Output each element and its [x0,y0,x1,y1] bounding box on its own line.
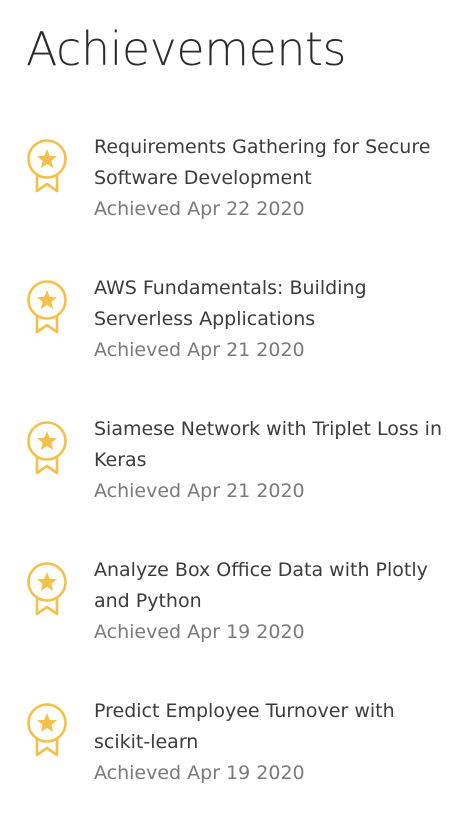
achievement-name: Siamese Network with Triplet Loss in Ker… [94,418,442,471]
achievement-text: AWS Fundamentals: Building Serverless Ap… [94,273,454,366]
achievement-text: Requirements Gathering for Secure Softwa… [94,132,454,225]
award-badge-icon [24,561,70,617]
list-item: Analyze Box Office Data with Plotly and … [0,555,471,696]
achievement-text: Analyze Box Office Data with Plotly and … [94,555,454,648]
achievement-name: AWS Fundamentals: Building Serverless Ap… [94,277,367,330]
achievement-text: Predict Employee Turnover with scikit-le… [94,696,454,789]
list-item: AWS Fundamentals: Building Serverless Ap… [0,273,471,414]
achievement-date: Achieved Apr 21 2020 [94,480,305,502]
achievement-date: Achieved Apr 21 2020 [94,339,305,361]
award-badge-icon [24,279,70,335]
award-badge-icon [24,138,70,194]
achievement-name: Requirements Gathering for Secure Softwa… [94,136,431,189]
award-badge-icon [24,702,70,758]
page-title: Achievements [26,22,346,76]
achievement-date: Achieved Apr 19 2020 [94,762,305,784]
achievement-text: Siamese Network with Triplet Loss in Ker… [94,414,454,507]
achievement-name: Analyze Box Office Data with Plotly and … [94,559,428,612]
award-badge-icon [24,420,70,476]
achievement-date: Achieved Apr 22 2020 [94,198,305,220]
achievement-list: Requirements Gathering for Secure Softwa… [0,132,471,837]
list-item: Siamese Network with Triplet Loss in Ker… [0,414,471,555]
achievement-name: Predict Employee Turnover with scikit-le… [94,700,395,753]
list-item: Predict Employee Turnover with scikit-le… [0,696,471,837]
achievements-page: Achievements Requirements Gathering for … [0,0,471,798]
list-item: Requirements Gathering for Secure Softwa… [0,132,471,273]
achievement-date: Achieved Apr 19 2020 [94,621,305,643]
